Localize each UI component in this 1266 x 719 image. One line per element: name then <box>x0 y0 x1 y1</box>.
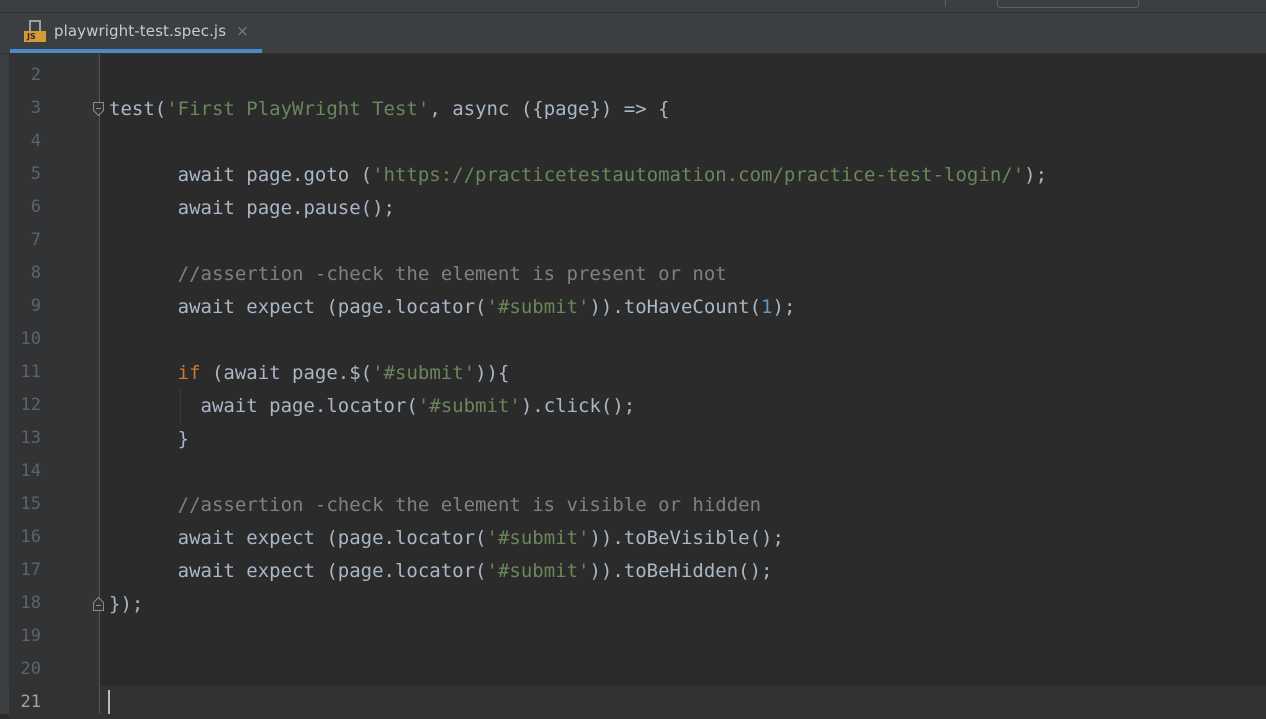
code-token: '#submit' <box>417 395 521 417</box>
code-token: )).toHaveCount( <box>589 296 762 318</box>
code-token: //assertion -check the element is visibl… <box>109 494 762 516</box>
code-token: '#submit' <box>372 362 476 384</box>
code-line[interactable]: //assertion -check the element is presen… <box>109 258 727 291</box>
line-number: 4 <box>30 131 41 151</box>
code-token: } <box>109 428 190 450</box>
fold-end-icon[interactable] <box>93 597 104 611</box>
code-token: (await page.$( <box>200 362 373 384</box>
code-line[interactable]: //assertion -check the element is visibl… <box>109 489 761 522</box>
code-token: )).toBeVisible(); <box>589 527 784 549</box>
line-number: 11 <box>20 362 41 382</box>
code-line[interactable]: } <box>109 423 189 456</box>
run-config-selector[interactable] <box>997 0 1139 8</box>
code-line[interactable]: await page.pause(); <box>109 192 395 225</box>
line-number: 2 <box>30 65 41 85</box>
line-number: 12 <box>20 395 41 415</box>
tab-playwright-test-spec[interactable]: JS playwright-test.spec.js × <box>10 13 262 53</box>
line-number: 3 <box>30 98 41 118</box>
code-token: 1 <box>761 296 773 318</box>
code-line[interactable]: test('First PlayWright Test', async ({pa… <box>109 93 670 126</box>
line-number: 16 <box>20 527 41 547</box>
line-number: 6 <box>30 197 41 217</box>
code-token: await page.locator( <box>109 395 418 417</box>
fold-collapse-icon[interactable] <box>93 102 104 116</box>
code-line[interactable]: }); <box>109 588 143 621</box>
code-token: await page.goto ( <box>109 164 373 186</box>
code-token: 'First PlayWright Test' <box>166 98 430 120</box>
js-file-icon: JS <box>24 20 46 42</box>
current-line-highlight <box>9 686 1266 719</box>
code-token: await expect (page.locator( <box>109 527 487 549</box>
code-token: '#submit' <box>486 296 590 318</box>
line-number: 20 <box>20 659 41 679</box>
title-bar <box>0 0 1266 13</box>
code-token: , async ({page}) => { <box>429 98 670 120</box>
close-icon[interactable]: × <box>236 23 249 39</box>
code-token: ); <box>772 296 796 318</box>
gutter-divider <box>99 54 100 714</box>
code-token: if <box>177 362 201 384</box>
line-number: 9 <box>30 296 41 316</box>
line-number: 21 <box>20 692 41 712</box>
line-number: 7 <box>30 230 41 250</box>
code-token: }); <box>109 593 144 615</box>
text-caret <box>108 690 110 714</box>
code-token: 'https://practicetestautomation.com/prac… <box>372 164 1025 186</box>
tool-window-strip <box>0 54 9 714</box>
code-line[interactable]: await expect (page.locator('#submit')).t… <box>109 522 784 555</box>
code-token: )){ <box>475 362 510 384</box>
tab-label: playwright-test.spec.js <box>54 22 227 40</box>
code-line[interactable]: if (await page.$('#submit')){ <box>109 357 510 390</box>
code-token: await expect (page.locator( <box>109 296 487 318</box>
code-token: //assertion -check the element is presen… <box>109 263 727 285</box>
line-number: 5 <box>30 164 41 184</box>
code-token: ).click(); <box>520 395 636 417</box>
code-token: await expect (page.locator( <box>109 560 487 582</box>
code-line[interactable]: await page.locator('#submit').click(); <box>109 390 636 423</box>
code-line[interactable]: await page.goto ('https://practicetestau… <box>109 159 1047 192</box>
editor-tab-bar: JS playwright-test.spec.js × <box>0 13 1266 54</box>
line-number: 10 <box>20 329 41 349</box>
code-token: '#submit' <box>486 560 590 582</box>
line-number: 8 <box>30 263 41 283</box>
line-number: 19 <box>20 626 41 646</box>
line-number: 15 <box>20 494 41 514</box>
line-number: 18 <box>20 593 41 613</box>
js-badge: JS <box>24 31 46 42</box>
code-token: await page.pause(); <box>109 197 395 219</box>
code-line[interactable]: await expect (page.locator('#submit')).t… <box>109 555 773 588</box>
code-token: ); <box>1024 164 1048 186</box>
code-token: test( <box>109 98 167 120</box>
code-token: )).toBeHidden(); <box>589 560 773 582</box>
line-number: 17 <box>20 560 41 580</box>
code-token: '#submit' <box>486 527 590 549</box>
toolbar-divider <box>945 0 946 7</box>
line-number: 14 <box>20 461 41 481</box>
line-number: 13 <box>20 428 41 448</box>
code-line[interactable]: await expect (page.locator('#submit')).t… <box>109 291 796 324</box>
